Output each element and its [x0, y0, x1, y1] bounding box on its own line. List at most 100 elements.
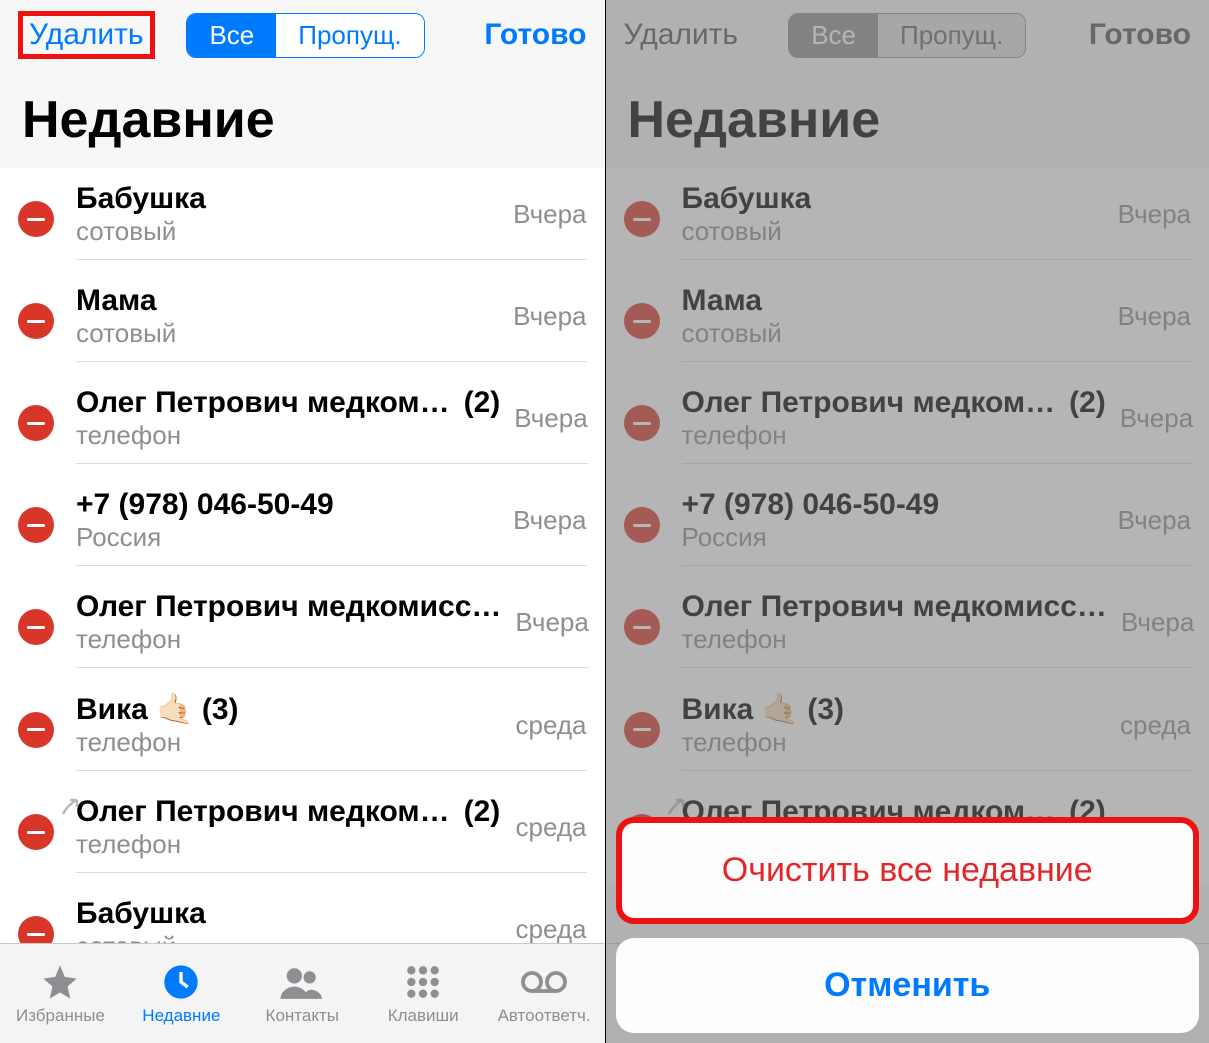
screen-right: Удалить Все Пропущ. Готово Недавние Бабу… — [605, 0, 1209, 1043]
contact-name: Олег Петрович медкомисс… — [76, 590, 501, 624]
call-time: Вчера — [1120, 403, 1193, 434]
clear-all-button[interactable]: Очистить все недавние — [616, 817, 1200, 924]
call-time: Вчера — [1118, 301, 1191, 332]
delete-button[interactable]: Удалить — [18, 11, 155, 59]
contact-name: Бабушка — [682, 182, 812, 216]
list-item[interactable]: Олег Петрович медкомисс…телефонВчера — [606, 576, 1209, 678]
list-item[interactable]: Бабушка сотовый Вчера — [0, 168, 605, 270]
contact-name: Вика 🤙🏻 (3) — [682, 692, 845, 727]
contact-sub: сотовый — [76, 216, 499, 247]
delete-minus-icon[interactable] — [624, 303, 660, 339]
contact-sub: телефон — [76, 624, 501, 655]
list-item[interactable]: Вика 🤙🏻 (3) телефон среда — [0, 678, 605, 781]
contact-name: Олег Петрович медком… — [682, 386, 1056, 420]
seg-missed[interactable]: Пропущ. — [878, 14, 1025, 57]
call-time: Вчера — [515, 607, 588, 638]
contact-sub: сотовый — [76, 318, 499, 349]
page-title: Недавние — [606, 70, 1209, 168]
contacts-icon — [279, 962, 325, 1002]
contact-name: Мама — [76, 284, 157, 318]
list-item[interactable]: Олег Петрович медком… (2)телефон Вчера — [606, 372, 1209, 474]
call-time: среда — [516, 812, 587, 843]
list-item[interactable]: Вика 🤙🏻 (3)телефон среда — [606, 678, 1209, 781]
tab-contacts[interactable]: Контакты — [242, 962, 363, 1026]
delete-minus-icon[interactable] — [18, 712, 54, 748]
contact-sub: телефон — [76, 420, 500, 451]
contact-sub: сотовый — [682, 216, 1104, 247]
call-time: Вчера — [1121, 607, 1194, 638]
contact-name: Олег Петрович медком… — [76, 795, 450, 829]
tab-label: Автоответч. — [498, 1006, 591, 1026]
voicemail-icon — [520, 962, 568, 1002]
tab-recents[interactable]: Недавние — [121, 962, 242, 1026]
call-count: (2) — [1069, 386, 1106, 420]
recents-list: Бабушкасотовый Вчера МамасотовыйВчера Оле… — [606, 168, 1209, 883]
recents-list: Бабушка сотовый Вчера Мама сотовый Вчера — [0, 168, 605, 985]
delete-minus-icon[interactable] — [18, 507, 54, 543]
list-item[interactable]: +7 (978) 046-50-49РоссияВчера — [606, 474, 1209, 576]
contact-sub: телефон — [76, 727, 502, 758]
clock-icon — [161, 962, 201, 1002]
contact-name: Бабушка — [76, 897, 206, 931]
tab-keypad[interactable]: Клавиши — [363, 962, 484, 1026]
contact-name: Мама — [682, 284, 763, 318]
list-item[interactable]: Олег Петрович медкомисс… телефон Вчера — [0, 576, 605, 678]
segmented-control[interactable]: Все Пропущ. — [186, 13, 424, 58]
contact-sub: телефон — [682, 624, 1107, 655]
contact-sub: телефон — [682, 727, 1107, 758]
tab-label: Контакты — [266, 1006, 339, 1026]
star-icon — [40, 962, 80, 1002]
list-item[interactable]: +7 (978) 046-50-49 Россия Вчера — [0, 474, 605, 576]
seg-all[interactable]: Все — [789, 14, 878, 57]
list-item[interactable]: Олег Петрович медком… (2) телефон среда — [0, 781, 605, 883]
call-time: среда — [516, 710, 587, 741]
delete-minus-icon[interactable] — [624, 405, 660, 441]
contact-sub: телефон — [76, 829, 502, 860]
list-item[interactable]: МамасотовыйВчера — [606, 270, 1209, 372]
delete-minus-icon[interactable] — [624, 201, 660, 237]
seg-all[interactable]: Все — [187, 14, 276, 57]
delete-minus-icon[interactable] — [624, 609, 660, 645]
screen-left: Удалить Все Пропущ. Готово Недавние Бабу… — [0, 0, 605, 1043]
call-time: Вчера — [1118, 199, 1191, 230]
contact-name: +7 (978) 046-50-49 — [76, 488, 334, 522]
navbar: Удалить Все Пропущ. Готово — [0, 0, 605, 70]
tab-voicemail[interactable]: Автоответч. — [484, 962, 605, 1026]
done-button[interactable]: Готово — [484, 18, 586, 52]
contact-sub: телефон — [682, 420, 1106, 451]
cancel-button[interactable]: Отменить — [616, 938, 1200, 1033]
delete-button[interactable]: Удалить — [624, 18, 739, 52]
delete-minus-icon[interactable] — [18, 814, 54, 850]
tab-favorites[interactable]: Избранные — [0, 962, 121, 1026]
contact-sub: Россия — [76, 522, 499, 553]
contact-name: Олег Петрович медком… — [76, 386, 450, 420]
page-title: Недавние — [0, 70, 605, 168]
seg-missed[interactable]: Пропущ. — [276, 14, 423, 57]
delete-minus-icon[interactable] — [624, 507, 660, 543]
call-time: Вчера — [513, 301, 586, 332]
tab-label: Клавиши — [388, 1006, 459, 1026]
list-item[interactable]: Мама сотовый Вчера — [0, 270, 605, 372]
tab-label: Избранные — [16, 1006, 105, 1026]
call-time: среда — [1120, 710, 1191, 741]
tab-label: Недавние — [142, 1006, 220, 1026]
delete-minus-icon[interactable] — [18, 405, 54, 441]
call-time: Вчера — [514, 403, 587, 434]
call-count: (2) — [464, 386, 501, 420]
call-time: Вчера — [1118, 505, 1191, 536]
done-button[interactable]: Готово — [1089, 18, 1191, 52]
call-count: (2) — [464, 795, 501, 829]
contact-name: Бабушка — [76, 182, 206, 216]
delete-minus-icon[interactable] — [18, 609, 54, 645]
delete-minus-icon[interactable] — [624, 712, 660, 748]
list-item[interactable]: Бабушкасотовый Вчера — [606, 168, 1209, 270]
tab-bar: Избранные Недавние Контакты Клавиши — [0, 943, 605, 1043]
call-time: Вчера — [513, 199, 586, 230]
delete-minus-icon[interactable] — [18, 201, 54, 237]
delete-minus-icon[interactable] — [18, 303, 54, 339]
navbar: Удалить Все Пропущ. Готово — [606, 0, 1209, 70]
segmented-control[interactable]: Все Пропущ. — [788, 13, 1026, 58]
list-item[interactable]: Олег Петрович медком… (2) телефон Вчера — [0, 372, 605, 474]
outgoing-call-icon — [58, 795, 82, 819]
action-sheet: Очистить все недавние Отменить — [616, 803, 1200, 1033]
